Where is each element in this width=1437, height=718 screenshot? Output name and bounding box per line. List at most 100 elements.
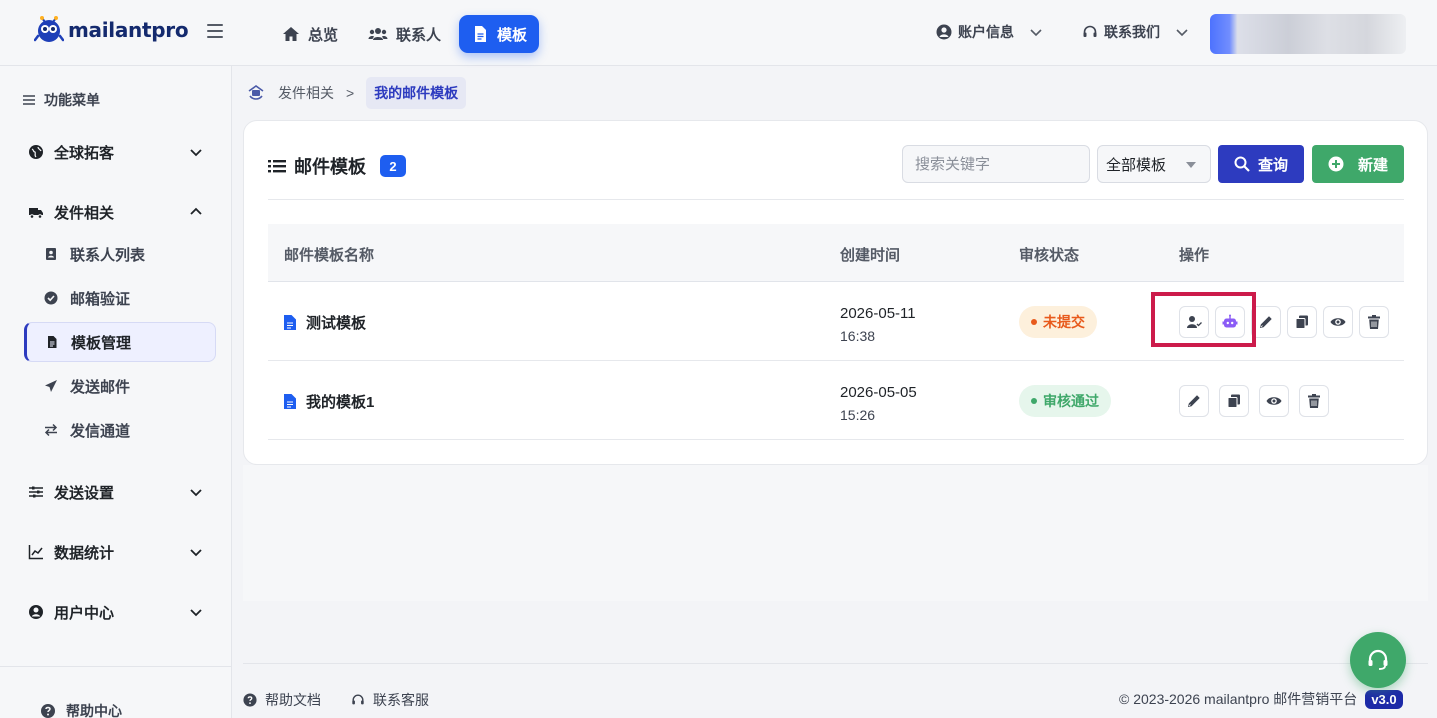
top-nav: 总览 联系人 模板 <box>270 15 540 53</box>
sidebar-item-sending-channel[interactable]: 发信通道 <box>24 410 216 450</box>
created-date: 2026-05-11 <box>840 305 916 322</box>
edit-button[interactable] <box>1179 385 1209 417</box>
sidebar-group-statistics[interactable]: 数据统计 <box>0 532 232 572</box>
user-avatar-menu[interactable] <box>1210 14 1406 54</box>
version-badge: v3.0 <box>1365 689 1403 709</box>
topnav-overview[interactable]: 总览 <box>270 15 350 53</box>
help-docs-label: 帮助文档 <box>265 692 321 708</box>
breadcrumb-separator: > <box>346 85 355 101</box>
chevron-up-icon <box>190 207 202 215</box>
headset-icon <box>1083 25 1097 37</box>
account-info-menu[interactable]: 账户信息 <box>936 22 1044 42</box>
support-label: 联系客服 <box>373 692 429 708</box>
status-dot <box>1031 319 1037 325</box>
sidebar-item-contact-list[interactable]: 联系人列表 <box>24 234 216 274</box>
chart-line-icon <box>28 545 43 560</box>
search-icon <box>1234 156 1250 172</box>
copy-button[interactable] <box>1219 385 1249 417</box>
chevron-down-icon <box>190 149 202 157</box>
new-template-button[interactable]: 新建 <box>1312 145 1404 183</box>
template-filter-select[interactable]: 全部模板 <box>1097 145 1211 183</box>
sidebar-group-sending[interactable]: 发件相关 <box>0 192 232 232</box>
column-header-actions: 操作 <box>1179 247 1210 264</box>
headset-icon <box>1368 649 1388 670</box>
copy-button[interactable] <box>1287 306 1317 338</box>
preview-button[interactable] <box>1323 306 1353 338</box>
copy-icon <box>1227 394 1240 408</box>
document-icon <box>475 26 487 42</box>
edit-icon <box>1188 395 1200 407</box>
topnav-label: 模板 <box>497 26 528 44</box>
sidebar-group-user-center[interactable]: 用户中心 <box>0 592 232 632</box>
brand-name: mailantpro <box>68 18 189 42</box>
globe-icon <box>29 145 43 159</box>
status-badge: 审核通过 <box>1019 385 1111 417</box>
sidebar-header-label: 功能菜单 <box>44 92 100 108</box>
menu-toggle-icon[interactable] <box>207 24 223 40</box>
delete-button[interactable] <box>1299 385 1329 417</box>
question-circle-icon <box>243 693 257 707</box>
card-title: 邮件模板 2 <box>268 153 406 179</box>
chevron-down-icon <box>190 489 202 497</box>
users-icon <box>368 28 388 40</box>
copy-icon <box>1295 315 1308 329</box>
view-icon <box>1330 318 1346 326</box>
footer-links: 帮助文档 联系客服 <box>243 690 429 710</box>
sidebar-group-global-prospecting[interactable]: 全球拓客 <box>0 132 232 172</box>
sidebar-item-email-verify[interactable]: 邮箱验证 <box>24 278 216 318</box>
created-date: 2026-05-05 <box>840 384 917 401</box>
sidebar-item-label: 发送邮件 <box>70 378 131 396</box>
sidebar-item-label: 模板管理 <box>71 334 132 352</box>
sidebar-group-label: 用户中心 <box>54 604 115 622</box>
contact-us-menu[interactable]: 联系我们 <box>1082 22 1190 42</box>
document-icon <box>284 315 296 330</box>
support-chat-button[interactable] <box>1350 632 1406 688</box>
sidebar-group-send-settings[interactable]: 发送设置 <box>0 472 232 512</box>
chevron-down-icon <box>1176 29 1188 37</box>
query-button[interactable]: 查询 <box>1218 145 1304 183</box>
sidebar-item-label: 联系人列表 <box>70 246 146 264</box>
template-name-cell[interactable]: 我的模板1 <box>284 391 374 412</box>
column-header-name: 邮件模板名称 <box>284 247 375 264</box>
question-circle-icon <box>41 704 55 718</box>
sidebar-item-label: 发信通道 <box>70 422 131 440</box>
card-divider <box>268 199 1404 200</box>
topnav-contacts[interactable]: 联系人 <box>356 15 453 53</box>
table-header: 邮件模板名称 创建时间 审核状态 操作 <box>268 224 1404 282</box>
column-header-created: 创建时间 <box>840 247 901 264</box>
user-circle-icon <box>29 605 43 619</box>
template-count-badge: 2 <box>380 155 406 177</box>
edit-icon <box>1260 316 1272 328</box>
help-docs-link[interactable]: 帮助文档 <box>243 690 321 710</box>
breadcrumb: 发件相关 > 我的邮件模板 <box>246 77 467 109</box>
created-time-cell: 2026-05-05 15:26 <box>840 382 917 426</box>
sidebar-group-label: 数据统计 <box>54 544 115 562</box>
caret-down-icon <box>1186 162 1196 168</box>
sidebar-item-send-email[interactable]: 发送邮件 <box>24 366 216 406</box>
status-badge: 未提交 <box>1019 306 1097 338</box>
search-input[interactable] <box>902 145 1090 183</box>
help-center-link[interactable]: 帮助中心 <box>40 701 122 718</box>
home-icon <box>283 27 299 41</box>
sidebar-item-template-management[interactable]: 模板管理 <box>24 322 216 362</box>
template-name: 我的模板1 <box>306 394 375 411</box>
delete-button[interactable] <box>1359 306 1389 338</box>
help-center-label: 帮助中心 <box>66 703 122 718</box>
template-filter-value: 全部模板 <box>1106 156 1167 174</box>
support-link[interactable]: 联系客服 <box>351 690 429 710</box>
account-info-label: 账户信息 <box>958 24 1014 40</box>
breadcrumb-parent[interactable]: 发件相关 <box>278 83 334 103</box>
sidebar-group-label: 全球拓客 <box>54 144 115 162</box>
breadcrumb-current: 我的邮件模板 <box>366 77 467 109</box>
view-icon <box>1266 397 1282 405</box>
sidebar-header: 功能菜单 <box>22 90 100 110</box>
brand-logo[interactable]: mailantpro <box>33 14 189 46</box>
highlight-annotation-box <box>1151 292 1256 347</box>
contact-us-label: 联系我们 <box>1104 24 1160 40</box>
email-logo-icon <box>248 85 264 100</box>
topnav-templates[interactable]: 模板 <box>459 15 540 53</box>
template-name-cell[interactable]: 测试模板 <box>284 312 366 333</box>
preview-button[interactable] <box>1259 385 1289 417</box>
status-dot <box>1031 398 1037 404</box>
delete-icon <box>1308 394 1320 408</box>
